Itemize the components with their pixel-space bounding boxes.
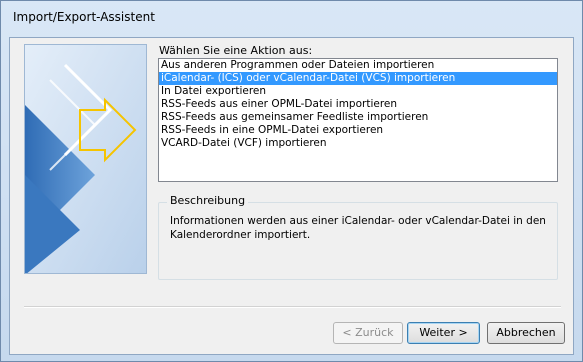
action-item-6[interactable]: VCARD-Datei (VCF) importieren: [159, 137, 557, 150]
back-button[interactable]: < Zurück: [333, 322, 403, 344]
wizard-arrows-graphic: [24, 44, 147, 274]
window-title: Import/Export-Assistent: [13, 10, 155, 24]
action-item-1[interactable]: iCalendar- (ICS) oder vCalendar-Datei (V…: [159, 72, 557, 85]
action-item-4[interactable]: RSS-Feeds aus gemeinsamer Feedliste impo…: [159, 111, 557, 124]
wizard-window: Import/Export-Assistent Wählen Sie eine …: [0, 0, 583, 362]
title-bar[interactable]: Import/Export-Assistent: [1, 1, 582, 37]
action-item-2[interactable]: In Datei exportieren: [159, 85, 557, 98]
action-item-3[interactable]: RSS-Feeds aus einer OPML-Datei importier…: [159, 98, 557, 111]
next-button[interactable]: Weiter >: [407, 322, 480, 344]
wizard-content: Wählen Sie eine Aktion aus: Aus anderen …: [9, 37, 574, 355]
cancel-button[interactable]: Abbrechen: [487, 322, 565, 344]
description-text: Informationen werden aus einer iCalendar…: [170, 215, 546, 241]
description-label: Beschreibung: [167, 194, 249, 207]
action-item-5[interactable]: RSS-Feeds in eine OPML-Datei exportieren: [159, 124, 557, 137]
action-prompt: Wählen Sie eine Aktion aus:: [159, 44, 313, 57]
button-separator: [24, 306, 561, 308]
action-list[interactable]: Aus anderen Programmen oder Dateien impo…: [158, 58, 558, 182]
action-item-0[interactable]: Aus anderen Programmen oder Dateien impo…: [159, 59, 557, 72]
